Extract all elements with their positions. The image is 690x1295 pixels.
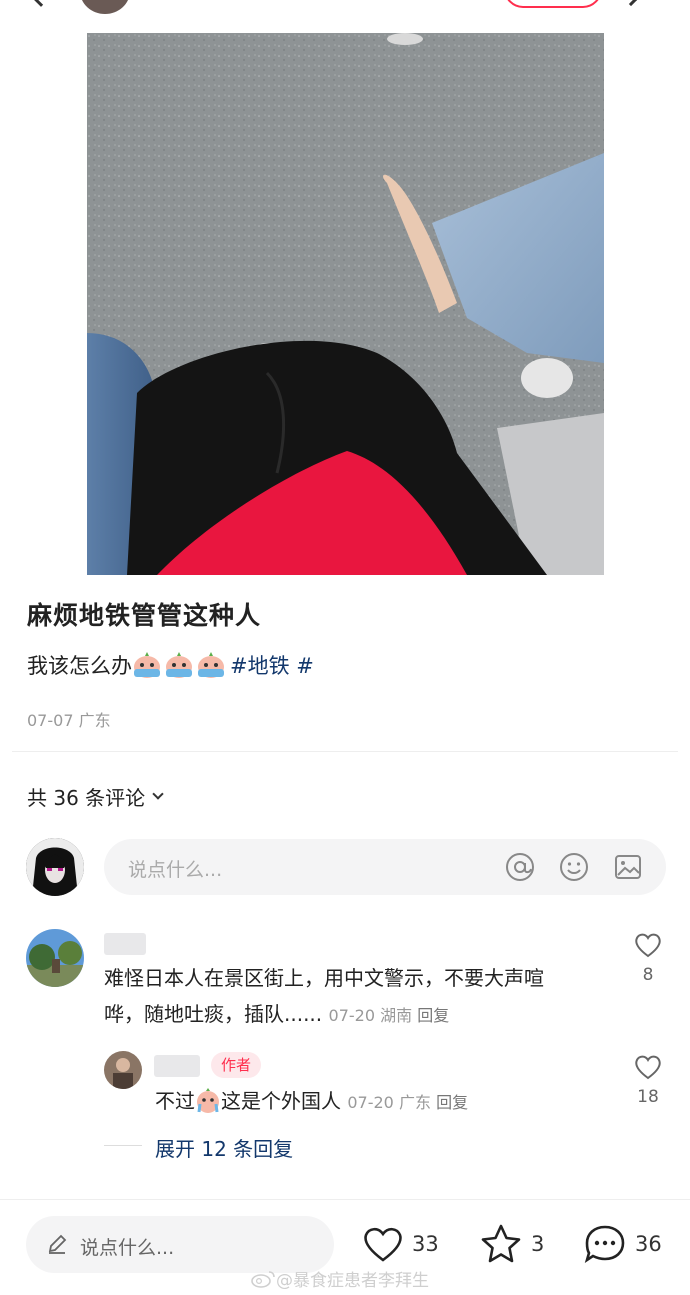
heart-icon — [635, 1055, 661, 1080]
crying-emoji-icon — [132, 651, 162, 679]
reply-text-after: 这是个外国人 — [221, 1089, 341, 1113]
pencil-icon — [46, 1233, 68, 1259]
heart-icon — [635, 933, 661, 958]
bottom-divider — [0, 1199, 690, 1200]
comment-date: 07-20 — [328, 1006, 376, 1025]
bottom-comment-input[interactable]: 说点什么... — [26, 1216, 334, 1273]
follow-button[interactable] — [504, 0, 602, 8]
author-reply-avatar[interactable] — [104, 1051, 142, 1089]
post-meta: 07-07 广东 — [27, 707, 111, 731]
reply-meta: 07-20 广东 回复 — [347, 1093, 468, 1112]
reply-button[interactable]: 回复 — [417, 1006, 449, 1025]
like-count: 8 — [642, 965, 654, 985]
expand-replies-link[interactable]: 展开 12 条回复 — [155, 1133, 293, 1162]
comment-like-button[interactable]: 8 — [631, 931, 665, 985]
comment-text-line: 哗，随地吐痰，插队...... — [104, 1002, 323, 1026]
subway-photo-illustration — [87, 33, 604, 575]
hashtag-link[interactable]: #地铁 # — [230, 650, 314, 680]
reply-text: 不过 这是个外国人 07-20 广东 回复 — [155, 1083, 468, 1121]
like-total: 33 — [412, 1232, 439, 1256]
post-body-text: 我该怎么办 — [27, 654, 132, 678]
crying-emoji-icon — [196, 651, 226, 679]
comment-meta: 07-20 湖南 回复 — [329, 1006, 450, 1025]
heart-icon — [364, 1227, 402, 1262]
bottom-input-placeholder: 说点什么... — [80, 1237, 175, 1259]
chevron-down-icon — [152, 788, 164, 800]
comment-input-placeholder: 说点什么... — [128, 859, 223, 881]
weibo-watermark: @暴食症患者李拜生 — [250, 1266, 429, 1291]
top-header — [0, 0, 690, 20]
watermark-text: @暴食症患者李拜生 — [276, 1271, 429, 1291]
my-avatar — [26, 838, 84, 896]
author-badge: 作者 — [211, 1052, 262, 1078]
mention-icon[interactable] — [504, 851, 536, 883]
reply-date: 07-20 — [347, 1093, 394, 1112]
comment-text: 难怪日本人在景区街上，用中文警示，不要大声喧 哗，随地吐痰，插队...... 0… — [104, 960, 624, 1034]
commenter-avatar[interactable] — [26, 929, 84, 987]
reply-text-before: 不过 — [155, 1089, 195, 1113]
share-icon[interactable] — [623, 0, 639, 7]
comment-count-label: 共 36 条评论 — [27, 786, 146, 810]
back-arrow-icon[interactable] — [31, 0, 51, 7]
image-icon[interactable] — [612, 851, 644, 883]
like-button[interactable]: 33 — [362, 1221, 439, 1267]
post-title: 麻烦地铁管管这种人 — [27, 601, 262, 630]
comment-total: 36 — [635, 1232, 662, 1256]
comment-button[interactable]: 36 — [583, 1221, 662, 1267]
divider — [12, 751, 678, 752]
comment-text-line: 难怪日本人在景区街上，用中文警示，不要大声喧 — [104, 966, 544, 990]
emoji-icon[interactable] — [558, 851, 590, 883]
crying-emoji-icon — [195, 1088, 221, 1114]
author-name-blurred[interactable] — [154, 1055, 200, 1077]
expand-divider — [104, 1145, 142, 1146]
post-location: 广东 — [78, 711, 111, 730]
star-icon — [481, 1224, 521, 1263]
post-photo[interactable] — [87, 33, 604, 575]
collect-button[interactable]: 3 — [479, 1221, 544, 1267]
comment-input[interactable]: 说点什么... — [104, 839, 666, 895]
comment-count-sort[interactable]: 共 36 条评论 — [27, 782, 164, 811]
reply-location: 广东 — [398, 1093, 431, 1112]
crying-emoji-icon — [164, 651, 194, 679]
collect-total: 3 — [531, 1232, 545, 1256]
author-avatar[interactable] — [80, 0, 130, 14]
reply-like-button[interactable]: 18 — [631, 1053, 665, 1107]
comment-bubble-icon — [584, 1225, 625, 1264]
post-body: 我该怎么办 #地铁 # — [27, 650, 314, 680]
like-count: 18 — [637, 1087, 659, 1107]
commenter-name-blurred[interactable] — [104, 933, 146, 955]
weibo-logo-icon — [251, 1270, 275, 1288]
reply-button[interactable]: 回复 — [436, 1093, 468, 1112]
comment-location: 湖南 — [380, 1006, 413, 1025]
post-date: 07-07 — [27, 711, 74, 730]
